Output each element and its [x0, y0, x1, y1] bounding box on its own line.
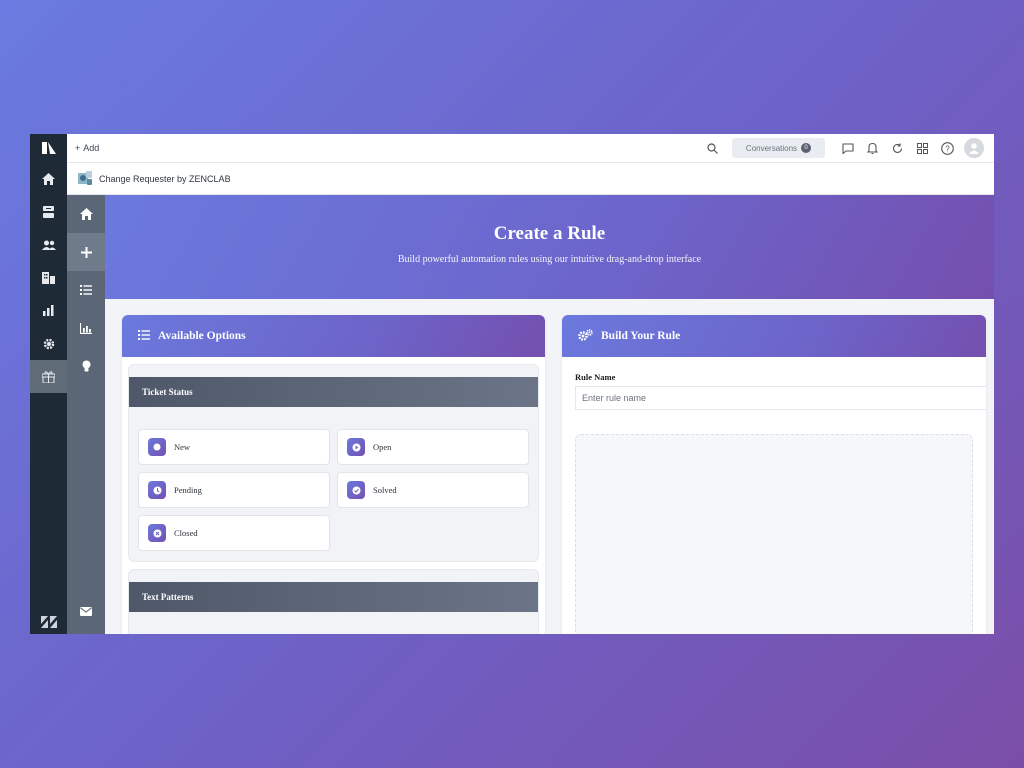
search-icon[interactable] — [702, 142, 722, 154]
circle-icon — [148, 438, 166, 456]
zendesk-logo-icon — [30, 616, 67, 628]
main-area: + Add Conversations 0 ? Change Requester… — [67, 134, 994, 634]
option-status-solved[interactable]: Solved — [337, 472, 529, 508]
rule-name-input[interactable]: Enter rule name — [575, 386, 986, 410]
app-header: Change Requester by ZENCLAB — [67, 163, 994, 195]
app-content: Create a Rule Build powerful automation … — [67, 195, 994, 634]
option-status-new[interactable]: New — [138, 429, 330, 465]
refresh-icon[interactable] — [885, 143, 910, 154]
analytics-chart-icon[interactable] — [67, 309, 105, 347]
app-home-icon[interactable] — [67, 195, 105, 233]
clock-icon — [148, 481, 166, 499]
create-rule-plus-icon[interactable] — [67, 233, 105, 271]
app-sidebar — [67, 195, 105, 634]
tips-lightbulb-icon[interactable] — [67, 347, 105, 385]
available-options-title: Available Options — [158, 330, 246, 342]
zendesk-product-icon[interactable] — [30, 134, 67, 162]
conversations-button[interactable]: Conversations 0 — [732, 138, 825, 158]
reporting-icon[interactable] — [30, 294, 67, 327]
home-icon[interactable] — [30, 162, 67, 195]
conversations-label: Conversations — [745, 143, 798, 153]
add-button[interactable]: + Add — [75, 143, 99, 153]
page-subtitle: Build powerful automation rules using ou… — [397, 254, 702, 265]
build-rule-title: Build Your Rule — [601, 330, 681, 342]
app-window: + Add Conversations 0 ? Change Requester… — [30, 134, 994, 634]
option-status-open[interactable]: Open — [337, 429, 529, 465]
organizations-icon[interactable] — [30, 261, 67, 294]
option-status-closed[interactable]: Closed — [138, 515, 330, 551]
help-icon[interactable]: ? — [935, 141, 960, 155]
option-label: Solved — [373, 485, 397, 495]
rule-drop-zone[interactable] — [575, 434, 973, 634]
customers-icon[interactable] — [30, 228, 67, 261]
play-circle-icon — [347, 438, 365, 456]
option-label: Closed — [174, 528, 198, 538]
global-nav-rail — [30, 134, 67, 634]
app-logo-icon — [77, 170, 93, 188]
plus-icon: + — [75, 143, 81, 153]
app-title: Change Requester by ZENCLAB — [99, 173, 231, 184]
available-options-header: Available Options — [122, 315, 545, 357]
user-avatar[interactable] — [964, 138, 984, 158]
list-icon — [138, 329, 150, 343]
admin-gear-icon[interactable] — [30, 327, 67, 360]
rules-list-icon[interactable] — [67, 271, 105, 309]
option-label: New — [174, 442, 191, 452]
svg-text:?: ? — [945, 144, 950, 153]
rule-builder-page: Create a Rule Build powerful automation … — [105, 195, 994, 634]
notifications-bell-icon[interactable] — [860, 142, 885, 154]
mail-envelope-icon[interactable] — [67, 607, 105, 616]
option-label: Open — [373, 442, 392, 452]
apps-gift-icon[interactable] — [30, 360, 67, 393]
option-label: Pending — [174, 485, 202, 495]
chat-icon[interactable] — [835, 142, 860, 154]
top-bar: + Add Conversations 0 ? — [67, 134, 994, 163]
add-label: Add — [83, 143, 100, 153]
products-grid-icon[interactable] — [910, 142, 935, 154]
rule-name-label: Rule Name — [575, 372, 616, 382]
hero-banner: Create a Rule Build powerful automation … — [105, 195, 994, 299]
gears-icon — [578, 328, 593, 344]
ticket-status-options: New Open Pending Solved Closed — [129, 407, 538, 561]
option-status-pending[interactable]: Pending — [138, 472, 330, 508]
build-rule-panel: Build Your Rule Rule Name Enter rule nam… — [562, 315, 986, 634]
check-circle-icon — [347, 481, 365, 499]
available-options-panel: Available Options Ticket Status New Open — [122, 315, 545, 634]
views-icon[interactable] — [30, 195, 67, 228]
conversations-count-badge: 0 — [801, 143, 812, 153]
text-patterns-options — [129, 612, 538, 634]
ticket-status-header: Ticket Status — [129, 377, 538, 407]
x-circle-icon — [148, 524, 166, 542]
ticket-status-section: Ticket Status New Open Pending Solved Cl… — [128, 364, 539, 562]
text-patterns-header: Text Patterns — [129, 582, 538, 612]
page-title: Create a Rule — [493, 223, 606, 244]
text-patterns-section: Text Patterns — [128, 569, 539, 634]
build-rule-header: Build Your Rule — [562, 315, 986, 357]
